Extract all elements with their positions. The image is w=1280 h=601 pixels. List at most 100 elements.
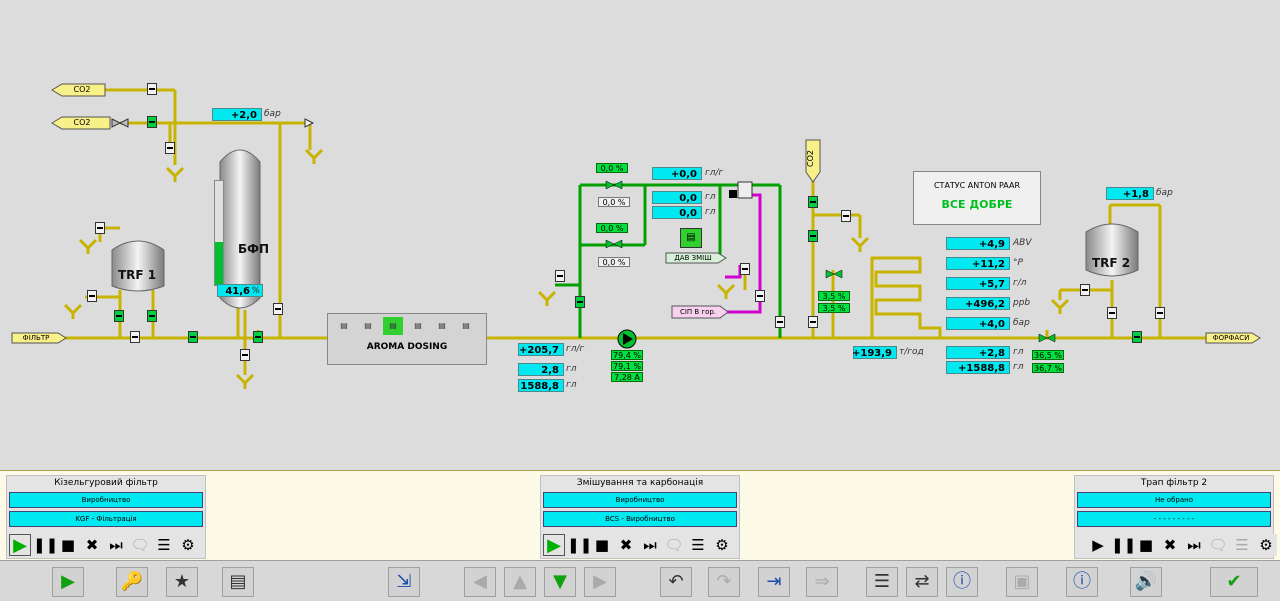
operations-button[interactable]: ⚙: [177, 534, 199, 556]
message-button[interactable]: 🗨: [1207, 534, 1229, 556]
pause-button[interactable]: ❚❚: [567, 534, 592, 556]
co2-drain-valve[interactable]: [165, 142, 175, 154]
co2-drain-valve-right[interactable]: [841, 210, 851, 222]
trf1-label: TRF 1: [118, 268, 157, 282]
undo-icon[interactable]: ↶: [660, 567, 692, 597]
trf2-inlet-valve[interactable]: [1107, 307, 1117, 319]
bfp-vent-valve[interactable]: [273, 303, 283, 315]
stop-button[interactable]: ■: [591, 534, 613, 556]
operations-button[interactable]: ⚙: [711, 534, 733, 556]
bfp-outlet-valve[interactable]: [253, 331, 263, 343]
filter-bypass-valve[interactable]: [130, 331, 140, 343]
play-button[interactable]: ▶: [543, 534, 565, 556]
panel-status-phase[interactable]: KGF - Фільтрація: [9, 511, 203, 527]
abort-button[interactable]: ✖: [1159, 534, 1181, 556]
forfasi-outlet-label: ФОРФАСИ: [1212, 334, 1250, 342]
arrow-right-icon[interactable]: ▶: [584, 567, 616, 597]
stop-button[interactable]: ■: [57, 534, 79, 556]
panel-title: Кізельгуровий фільтр: [54, 478, 158, 488]
skip-button[interactable]: ⏭: [1183, 534, 1205, 556]
co2-supply-valve[interactable]: [147, 83, 157, 95]
help-icon[interactable]: ⓘ: [1066, 567, 1098, 597]
stop-button[interactable]: ■: [1135, 534, 1157, 556]
water-total-2-unit: гл: [705, 207, 716, 217]
water-flow-readout: +0,0: [652, 167, 702, 180]
arrow-down-icon[interactable]: ▼: [544, 567, 576, 597]
anton-paar-readout-0: +4,9: [946, 237, 1010, 250]
anton-paar-readout-2: +5,7: [946, 277, 1010, 290]
out-valve-pv: 36,7 %: [1032, 363, 1064, 373]
forfasi-valve[interactable]: [1132, 331, 1142, 343]
co2-flow-readout: +193,9: [852, 346, 897, 359]
report-icon[interactable]: ▤: [222, 567, 254, 597]
co2-inject-valve-1[interactable]: [808, 196, 818, 208]
water-inlet-valve[interactable]: [575, 296, 585, 308]
pause-button[interactable]: ❚❚: [1111, 534, 1136, 556]
water-drain-valve[interactable]: [555, 270, 565, 282]
trf1-drain-valve[interactable]: [87, 290, 97, 302]
panel-trap-filter-2: Трап фільтр 2 Не обрано - - - - - - - - …: [1074, 475, 1277, 559]
play-button[interactable]: ▶: [1087, 534, 1109, 556]
skip-button[interactable]: ⏭: [639, 534, 661, 556]
trf1-inlet-valve[interactable]: [114, 310, 124, 322]
dosing-pump-2-icon: ▤: [364, 321, 372, 330]
sound-icon[interactable]: 🔊: [1130, 567, 1162, 597]
bfp-drain-valve[interactable]: [240, 349, 250, 361]
list-button[interactable]: ☰: [687, 534, 709, 556]
transfer-icon[interactable]: ⇲: [388, 567, 420, 597]
co2-vent-valve[interactable]: [147, 116, 157, 128]
aroma-dosing-unit[interactable]: ▤ ▤ ▤ ▤ ▤ ▤ AROMA DOSING: [327, 313, 487, 365]
anton-paar-unit-3: ppb: [1013, 298, 1031, 308]
operations-button[interactable]: ⚙: [1255, 534, 1277, 556]
skip-button[interactable]: ⏭: [105, 534, 127, 556]
trf1-outlet-valve[interactable]: [147, 310, 157, 322]
panel-status-phase[interactable]: BCS - Виробництво: [543, 511, 737, 527]
list-button[interactable]: ☰: [153, 534, 175, 556]
co2-inject-valve-2[interactable]: [808, 230, 818, 242]
play-button[interactable]: ▶: [9, 534, 31, 556]
pump-current: 7,28 А: [611, 372, 643, 382]
import-icon[interactable]: ⇥: [758, 567, 790, 597]
panel-status-mode[interactable]: Виробництво: [543, 492, 737, 508]
monitor-icon[interactable]: ▣: [1006, 567, 1038, 597]
anton-paar-status-value: ВСЕ ДОБРЕ: [941, 198, 1013, 211]
dav-valve[interactable]: [740, 263, 750, 275]
bfp-level-bar: [214, 180, 224, 286]
recipe-icon[interactable]: ★: [166, 567, 198, 597]
panel-controls: ▶ ❚❚ ■ ✖ ⏭ 🗨 ☰ ⚙: [1087, 534, 1277, 556]
mix-bypass-valve[interactable]: [775, 316, 785, 328]
arrow-left-icon[interactable]: ◀: [464, 567, 496, 597]
anton-paar-status: СТАТУС ANTON PAAR ВСЕ ДОБРЕ: [913, 171, 1041, 225]
bfp-inlet-valve[interactable]: [188, 331, 198, 343]
list-button[interactable]: ☰: [1231, 534, 1253, 556]
export-icon[interactable]: ⇒: [806, 567, 838, 597]
abort-button[interactable]: ✖: [615, 534, 637, 556]
trf2-outlet-valve[interactable]: [1155, 307, 1165, 319]
cip-valve[interactable]: [755, 290, 765, 302]
panel-controls: ▶ ❚❚ ■ ✖ ⏭ 🗨 ☰ ⚙: [9, 534, 199, 556]
panel-status-phase[interactable]: - - - - - - - - -: [1077, 511, 1271, 527]
panel-status-mode[interactable]: Не обрано: [1077, 492, 1271, 508]
co2-mix-valve[interactable]: [808, 316, 818, 328]
info-icon[interactable]: ⓘ: [946, 567, 978, 597]
message-button[interactable]: 🗨: [129, 534, 151, 556]
keys-icon[interactable]: 🔑: [116, 567, 148, 597]
anton-paar-status-title: СТАТУС ANTON PAAR: [933, 181, 1021, 190]
message-button[interactable]: 🗨: [663, 534, 685, 556]
pause-button[interactable]: ❚❚: [33, 534, 58, 556]
cip-label: СІП В гор.: [679, 308, 717, 316]
trf1-top-valve[interactable]: [95, 222, 105, 234]
acknowledge-icon[interactable]: ✔: [1210, 567, 1258, 597]
list-icon[interactable]: ☰: [866, 567, 898, 597]
arrow-up-icon[interactable]: ▲: [504, 567, 536, 597]
co2-vent-label: CO2: [73, 118, 91, 127]
pump-speed-pv: 79,1 %: [611, 361, 643, 371]
dav-controller-icon[interactable]: ▤: [680, 228, 702, 248]
co2-pressure-unit: бар: [264, 109, 281, 119]
redo-icon[interactable]: ↷: [708, 567, 740, 597]
panel-status-mode[interactable]: Виробництво: [9, 492, 203, 508]
abort-button[interactable]: ✖: [81, 534, 103, 556]
swap-icon[interactable]: ⇄: [906, 567, 938, 597]
trf2-drain-valve[interactable]: [1080, 284, 1090, 296]
start-icon[interactable]: ▶: [52, 567, 84, 597]
